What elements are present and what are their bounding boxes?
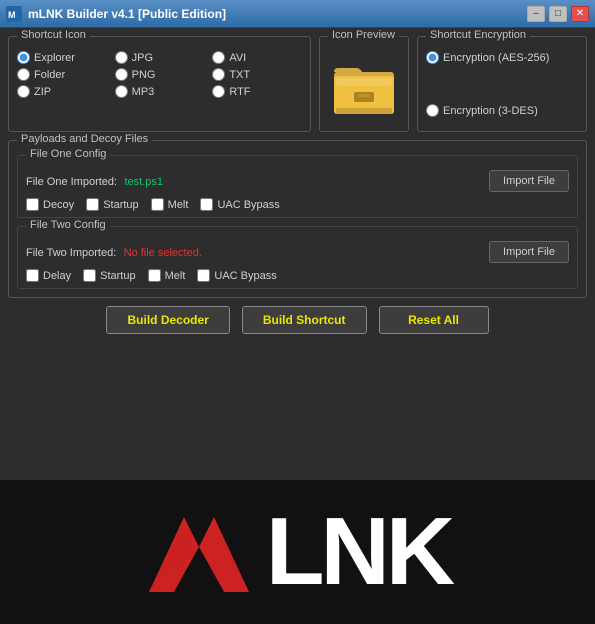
- logo-area: LNK: [0, 480, 595, 624]
- file-one-row: File One Imported: test.ps1 Import File: [26, 170, 569, 192]
- file-two-config: File Two Config File Two Imported: No fi…: [17, 226, 578, 289]
- action-buttons: Build Decoder Build Shortcut Reset All: [8, 306, 587, 334]
- close-button[interactable]: ✕: [571, 6, 589, 22]
- encryption-title: Shortcut Encryption: [426, 29, 530, 41]
- build-decoder-button[interactable]: Build Decoder: [106, 306, 229, 334]
- window-title: mLNK Builder v4.1 [Public Edition]: [28, 7, 226, 21]
- check-uacbypass2[interactable]: UAC Bypass: [197, 269, 276, 282]
- check-melt1[interactable]: Melt: [151, 198, 189, 211]
- check-decoy[interactable]: Decoy: [26, 198, 74, 211]
- main-area: Shortcut Icon Explorer JPG AVI Folder: [0, 28, 595, 480]
- file-one-checkboxes: Decoy Startup Melt UAC Bypass: [26, 198, 569, 211]
- file-two-imported: File Two Imported: No file selected.: [26, 245, 202, 259]
- top-row: Shortcut Icon Explorer JPG AVI Folder: [8, 36, 587, 132]
- radio-zip[interactable]: ZIP: [17, 85, 107, 98]
- payloads-group: Payloads and Decoy Files File One Config…: [8, 140, 587, 298]
- app-icon: M: [6, 6, 22, 22]
- check-startup2[interactable]: Startup: [83, 269, 135, 282]
- icon-preview-title: Icon Preview: [328, 29, 399, 41]
- radio-png[interactable]: PNG: [115, 68, 205, 81]
- reset-all-button[interactable]: Reset All: [379, 306, 489, 334]
- window-controls: – □ ✕: [527, 6, 589, 22]
- check-delay[interactable]: Delay: [26, 269, 71, 282]
- file-one-title: File One Config: [26, 148, 110, 160]
- logo-text: LNK: [266, 504, 451, 600]
- file-two-value: No file selected.: [124, 247, 202, 259]
- import-file-two-button[interactable]: Import File: [489, 241, 569, 263]
- title-bar: M mLNK Builder v4.1 [Public Edition] – □…: [0, 0, 595, 28]
- payloads-title: Payloads and Decoy Files: [17, 133, 152, 145]
- m-logo-icon: [144, 497, 254, 607]
- file-one-config: File One Config File One Imported: test.…: [17, 155, 578, 218]
- shortcut-icon-title: Shortcut Icon: [17, 29, 90, 41]
- shortcut-icon-group: Shortcut Icon Explorer JPG AVI Folder: [8, 36, 311, 132]
- radio-mp3[interactable]: MP3: [115, 85, 205, 98]
- encryption-group: Shortcut Encryption Encryption (AES-256)…: [417, 36, 587, 132]
- radio-folder[interactable]: Folder: [17, 68, 107, 81]
- radio-txt[interactable]: TXT: [212, 68, 302, 81]
- radio-aes256[interactable]: Encryption (AES-256): [426, 51, 578, 64]
- radio-rtf[interactable]: RTF: [212, 85, 302, 98]
- check-uacbypass1[interactable]: UAC Bypass: [200, 198, 279, 211]
- minimize-button[interactable]: –: [527, 6, 545, 22]
- radio-jpg[interactable]: JPG: [115, 51, 205, 64]
- maximize-button[interactable]: □: [549, 6, 567, 22]
- folder-icon: [332, 56, 396, 120]
- radio-3des[interactable]: Encryption (3-DES): [426, 104, 578, 117]
- file-one-imported: File One Imported: test.ps1: [26, 174, 163, 188]
- import-file-one-button[interactable]: Import File: [489, 170, 569, 192]
- file-two-title: File Two Config: [26, 219, 110, 231]
- file-one-value: test.ps1: [124, 176, 163, 188]
- check-startup1[interactable]: Startup: [86, 198, 138, 211]
- build-shortcut-button[interactable]: Build Shortcut: [242, 306, 367, 334]
- radio-avi[interactable]: AVI: [212, 51, 302, 64]
- icon-preview-group: Icon Preview: [319, 36, 409, 132]
- file-two-row: File Two Imported: No file selected. Imp…: [26, 241, 569, 263]
- check-melt2[interactable]: Melt: [148, 269, 186, 282]
- logo-container: LNK: [144, 497, 451, 607]
- title-bar-left: M mLNK Builder v4.1 [Public Edition]: [6, 6, 226, 22]
- radio-explorer[interactable]: Explorer: [17, 51, 107, 64]
- icon-grid: Explorer JPG AVI Folder PNG: [17, 51, 302, 98]
- svg-text:M: M: [8, 10, 16, 20]
- file-two-checkboxes: Delay Startup Melt UAC Bypass: [26, 269, 569, 282]
